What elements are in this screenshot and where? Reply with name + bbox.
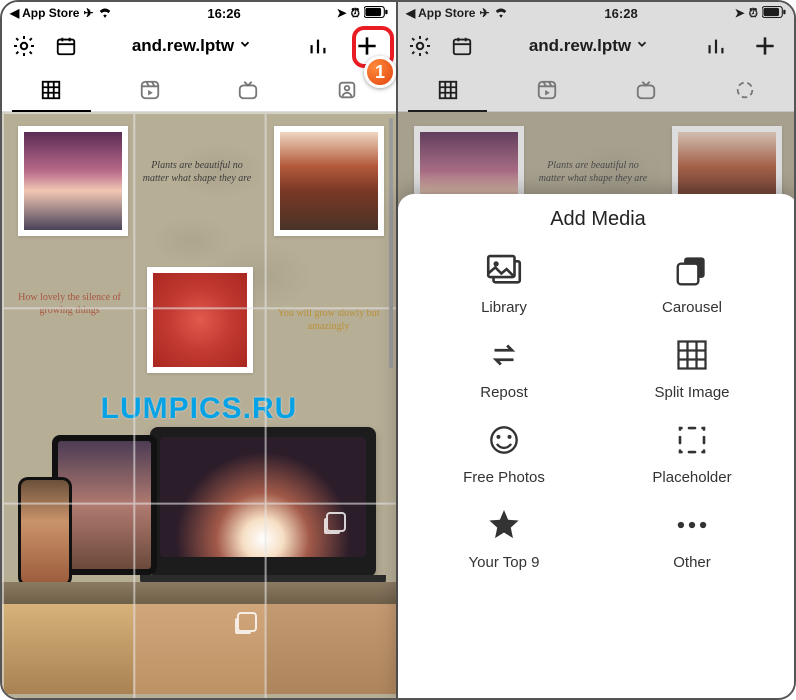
split-image-icon [671, 334, 713, 376]
watermark-text: LUMPICS.RU [2, 392, 396, 426]
post-thumb[interactable] [18, 126, 128, 236]
analytics-icon[interactable] [306, 34, 330, 58]
option-label: Free Photos [463, 469, 545, 486]
alarm-icon: ⏰︎ [749, 6, 758, 21]
option-label: Carousel [662, 299, 722, 316]
scrollbar[interactable] [389, 118, 393, 368]
option-label: Other [673, 554, 711, 571]
post-quote[interactable]: How lovely the silence of growing things [12, 292, 127, 317]
option-library[interactable]: Library [410, 249, 598, 316]
add-media-sheet: Add Media Library Carousel [398, 194, 796, 700]
option-split-image[interactable]: Split Image [598, 334, 786, 401]
option-label: Repost [480, 384, 528, 401]
dual-screenshot-frame: ◀︎ App Store ✈︎ 16:26 ➤ ⏰︎ [0, 0, 796, 700]
option-other[interactable]: Other [598, 504, 786, 571]
status-time: 16:28 [604, 6, 637, 21]
placeholder-icon [671, 419, 713, 461]
calendar-icon[interactable] [54, 34, 78, 58]
more-icon [671, 504, 713, 546]
library-icon [483, 249, 525, 291]
post-thumb[interactable] [147, 267, 253, 373]
option-label: Your Top 9 [469, 554, 540, 571]
option-label: Split Image [654, 384, 729, 401]
status-bar: ◀︎ App Store ✈︎ 16:28 ➤ ⏰︎ [398, 2, 794, 24]
username-dropdown[interactable]: and.rew.lptw [132, 36, 252, 56]
tab-grid[interactable] [2, 68, 101, 111]
wifi-icon [494, 6, 508, 21]
post-thumb[interactable] [274, 126, 384, 236]
sheet-title: Add Media [398, 208, 796, 231]
tab-igtv[interactable] [199, 68, 298, 111]
settings-gear-icon[interactable] [408, 34, 432, 58]
wifi-icon [98, 6, 112, 21]
phone-left: ◀︎ App Store ✈︎ 16:26 ➤ ⏰︎ [2, 2, 398, 698]
tab-reels[interactable] [497, 68, 596, 111]
battery-icon [364, 6, 388, 21]
carousel-indicator-icon [326, 512, 346, 532]
calendar-icon[interactable] [450, 34, 474, 58]
analytics-icon[interactable] [704, 34, 728, 58]
chevron-down-icon [635, 36, 649, 56]
post-quote[interactable]: Plants are beautiful no matter what shap… [137, 160, 257, 185]
tab-grid[interactable] [398, 68, 497, 111]
phone-right: ◀︎ App Store ✈︎ 16:28 ➤ ⏰︎ and.rew.lptw [398, 2, 794, 698]
location-icon: ➤ [735, 6, 745, 20]
toolbar: and.rew.lptw [2, 24, 396, 68]
star-icon [483, 504, 525, 546]
option-label: Library [481, 299, 527, 316]
callout-badge-1: 1 [364, 56, 396, 88]
add-media-button[interactable] [746, 27, 784, 65]
alarm-icon: ⏰︎ [351, 6, 360, 21]
option-free-photos[interactable]: Free Photos [410, 419, 598, 486]
option-repost[interactable]: Repost [410, 334, 598, 401]
carousel-icon [671, 249, 713, 291]
option-placeholder[interactable]: Placeholder [598, 419, 786, 486]
free-photos-icon [483, 419, 525, 461]
repost-icon [483, 334, 525, 376]
feed-grid[interactable]: Plants are beautiful no matter what shap… [2, 112, 396, 698]
location-icon: ➤ [337, 6, 347, 20]
airplane-mode-icon: ✈︎ [83, 6, 93, 20]
tab-igtv[interactable] [596, 68, 695, 111]
airplane-mode-icon: ✈︎ [479, 6, 489, 20]
more-posts-row[interactable] [2, 604, 396, 694]
post-quote[interactable]: You will grow slowly but amazingly [271, 308, 386, 333]
carousel-indicator-icon [237, 612, 257, 632]
settings-gear-icon[interactable] [12, 34, 36, 58]
tab-loading[interactable] [695, 68, 794, 111]
option-your-top-9[interactable]: Your Top 9 [410, 504, 598, 571]
option-label: Placeholder [652, 469, 731, 486]
profile-tabs [2, 68, 396, 112]
back-to-appstore[interactable]: ◀︎ App Store [406, 6, 475, 20]
back-to-appstore[interactable]: ◀︎ App Store [10, 6, 79, 20]
tab-reels[interactable] [101, 68, 200, 111]
status-bar: ◀︎ App Store ✈︎ 16:26 ➤ ⏰︎ [2, 2, 396, 24]
status-time: 16:26 [207, 6, 240, 21]
username-dropdown[interactable]: and.rew.lptw [529, 36, 649, 56]
battery-icon [762, 6, 786, 21]
option-carousel[interactable]: Carousel [598, 249, 786, 316]
chevron-down-icon [238, 36, 252, 56]
